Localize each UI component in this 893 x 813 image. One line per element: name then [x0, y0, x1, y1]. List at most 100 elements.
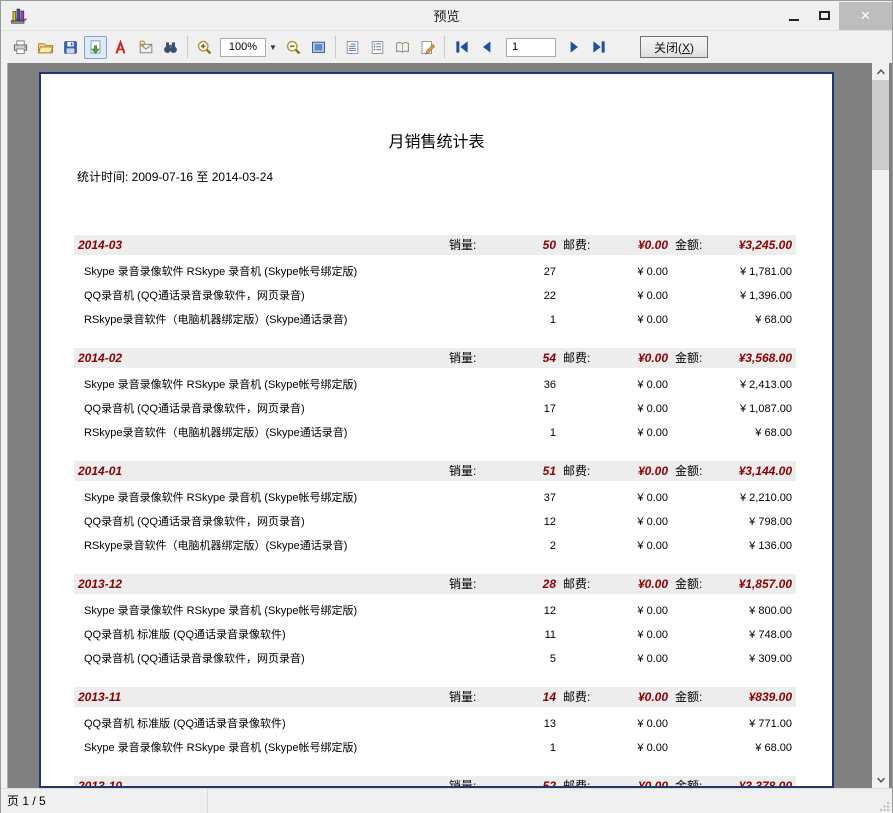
- group-header-band: 2013-10 销量: 52 邮费: ¥0.00 金额: ¥3,378.00: [74, 776, 796, 788]
- table-row: QQ录音机 标准版 (QQ通话录音录像软件) 11 ¥ 0.00 ¥ 748.0…: [74, 623, 796, 647]
- row-name: QQ录音机 (QQ通话录音录像软件，网页录音): [84, 510, 305, 534]
- row-qty: 5: [484, 647, 556, 671]
- book-view-icon: [394, 39, 411, 56]
- zoom-out-button[interactable]: [282, 36, 305, 59]
- qty-label: 销量:: [449, 461, 476, 481]
- whole-page-icon: [310, 39, 327, 56]
- row-qty: 17: [484, 397, 556, 421]
- last-page-button[interactable]: [587, 36, 610, 59]
- row-qty: 1: [484, 421, 556, 445]
- row-fee: ¥ 0.00: [594, 510, 668, 534]
- previous-page-button[interactable]: [475, 36, 498, 59]
- preview-area: 月销售统计表 统计时间: 2009-07-16 至 2014-03-24 201…: [1, 63, 892, 788]
- pdf-button[interactable]: [109, 36, 132, 59]
- table-row: QQ录音机 (QQ通话录音录像软件，网页录音) 12 ¥ 0.00 ¥ 798.…: [74, 510, 796, 534]
- group-header-band: 2014-03 销量: 50 邮费: ¥0.00 金额: ¥3,245.00: [74, 235, 796, 255]
- group-fee: ¥0.00: [594, 235, 668, 255]
- row-name: QQ录音机 (QQ通话录音录像软件，网页录音): [84, 647, 305, 671]
- row-amount: ¥ 2,413.00: [692, 373, 792, 397]
- export-button[interactable]: [84, 36, 107, 59]
- vertical-scrollbar[interactable]: [872, 63, 889, 788]
- find-button[interactable]: [159, 36, 182, 59]
- row-amount: ¥ 309.00: [692, 647, 792, 671]
- last-page-icon: [590, 38, 608, 56]
- row-amount: ¥ 771.00: [692, 712, 792, 736]
- group-rows: Skype 录音录像软件 RSkype 录音机 (Skype帐号绑定版) 36 …: [74, 368, 796, 445]
- zoom-level-combo[interactable]: 100% ▼: [220, 38, 280, 57]
- whole-page-button[interactable]: [307, 36, 330, 59]
- close-label-prefix: 关闭(: [654, 41, 682, 55]
- first-page-button[interactable]: [450, 36, 473, 59]
- scroll-thumb[interactable]: [872, 80, 889, 170]
- toolbar: 100% ▼: [1, 31, 892, 63]
- next-page-icon: [565, 38, 583, 56]
- row-name: QQ录音机 (QQ通话录音录像软件，网页录音): [84, 397, 305, 421]
- row-name: RSkype录音软件（电脑机器绑定版）(Skype通话录音): [84, 308, 347, 332]
- scroll-down-button[interactable]: [872, 771, 889, 788]
- toolbar-separator: [444, 36, 445, 58]
- fee-label: 邮费:: [563, 687, 590, 707]
- row-amount: ¥ 68.00: [692, 308, 792, 332]
- row-fee: ¥ 0.00: [594, 421, 668, 445]
- chevron-up-icon: [875, 66, 887, 78]
- row-name: QQ录音机 标准版 (QQ通话录音录像软件): [84, 623, 286, 647]
- group-qty: 50: [484, 235, 556, 255]
- group-rows: Skype 录音录像软件 RSkype 录音机 (Skype帐号绑定版) 37 …: [74, 481, 796, 558]
- row-qty: 36: [484, 373, 556, 397]
- scroll-up-button[interactable]: [872, 63, 889, 80]
- maximize-button[interactable]: [809, 2, 839, 30]
- continuous-view-button[interactable]: [366, 36, 389, 59]
- zoom-in-button[interactable]: [193, 36, 216, 59]
- group-qty: 52: [484, 776, 556, 788]
- report-group: 2014-03 销量: 50 邮费: ¥0.00 金额: ¥3,245.00 S…: [74, 235, 796, 332]
- previous-page-icon: [478, 38, 496, 56]
- row-qty: 2: [484, 534, 556, 558]
- row-fee: ¥ 0.00: [594, 373, 668, 397]
- toolbar-separator: [335, 36, 336, 58]
- resize-grip[interactable]: [879, 801, 890, 812]
- report-page: 月销售统计表 统计时间: 2009-07-16 至 2014-03-24 201…: [39, 72, 834, 788]
- row-fee: ¥ 0.00: [594, 647, 668, 671]
- group-month: 2013-11: [78, 687, 121, 707]
- close-window-button[interactable]: ✕: [839, 2, 892, 30]
- next-page-button[interactable]: [562, 36, 585, 59]
- chevron-down-icon[interactable]: ▼: [266, 38, 280, 57]
- table-row: RSkype录音软件（电脑机器绑定版）(Skype通话录音) 1 ¥ 0.00 …: [74, 308, 796, 332]
- group-fee: ¥0.00: [594, 461, 668, 481]
- row-fee: ¥ 0.00: [594, 284, 668, 308]
- row-fee: ¥ 0.00: [594, 397, 668, 421]
- close-preview-button[interactable]: 关闭(X): [640, 36, 708, 58]
- minimize-button[interactable]: [779, 2, 809, 30]
- save-button[interactable]: [59, 36, 82, 59]
- zoom-in-icon: [196, 39, 213, 56]
- row-qty: 12: [484, 599, 556, 623]
- page-number-input[interactable]: [506, 38, 556, 57]
- table-row: Skype 录音录像软件 RSkype 录音机 (Skype帐号绑定版) 12 …: [74, 599, 796, 623]
- mail-attachment-icon: [137, 39, 154, 56]
- group-header-band: 2013-11 销量: 14 邮费: ¥0.00 金额: ¥839.00: [74, 687, 796, 707]
- qty-label: 销量:: [449, 776, 476, 788]
- single-page-view-button[interactable]: [341, 36, 364, 59]
- table-row: Skype 录音录像软件 RSkype 录音机 (Skype帐号绑定版) 27 …: [74, 260, 796, 284]
- print-button[interactable]: [9, 36, 32, 59]
- row-name: QQ录音机 标准版 (QQ通话录音录像软件): [84, 712, 286, 736]
- zoom-level-value: 100%: [220, 38, 266, 57]
- first-page-icon: [453, 38, 471, 56]
- row-amount: ¥ 136.00: [692, 534, 792, 558]
- group-amount: ¥3,144.00: [692, 461, 792, 481]
- row-qty: 27: [484, 260, 556, 284]
- fee-label: 邮费:: [563, 235, 590, 255]
- qty-label: 销量:: [449, 235, 476, 255]
- row-fee: ¥ 0.00: [594, 712, 668, 736]
- book-view-button[interactable]: [391, 36, 414, 59]
- group-amount: ¥1,857.00: [692, 574, 792, 594]
- group-header-band: 2013-12 销量: 28 邮费: ¥0.00 金额: ¥1,857.00: [74, 574, 796, 594]
- qty-label: 销量:: [449, 348, 476, 368]
- row-name: RSkype录音软件（电脑机器绑定版）(Skype通话录音): [84, 421, 347, 445]
- mail-button[interactable]: [134, 36, 157, 59]
- row-fee: ¥ 0.00: [594, 534, 668, 558]
- report-period: 统计时间: 2009-07-16 至 2014-03-24: [77, 168, 832, 185]
- open-button[interactable]: [34, 36, 57, 59]
- edit-view-button[interactable]: [416, 36, 439, 59]
- group-qty: 51: [484, 461, 556, 481]
